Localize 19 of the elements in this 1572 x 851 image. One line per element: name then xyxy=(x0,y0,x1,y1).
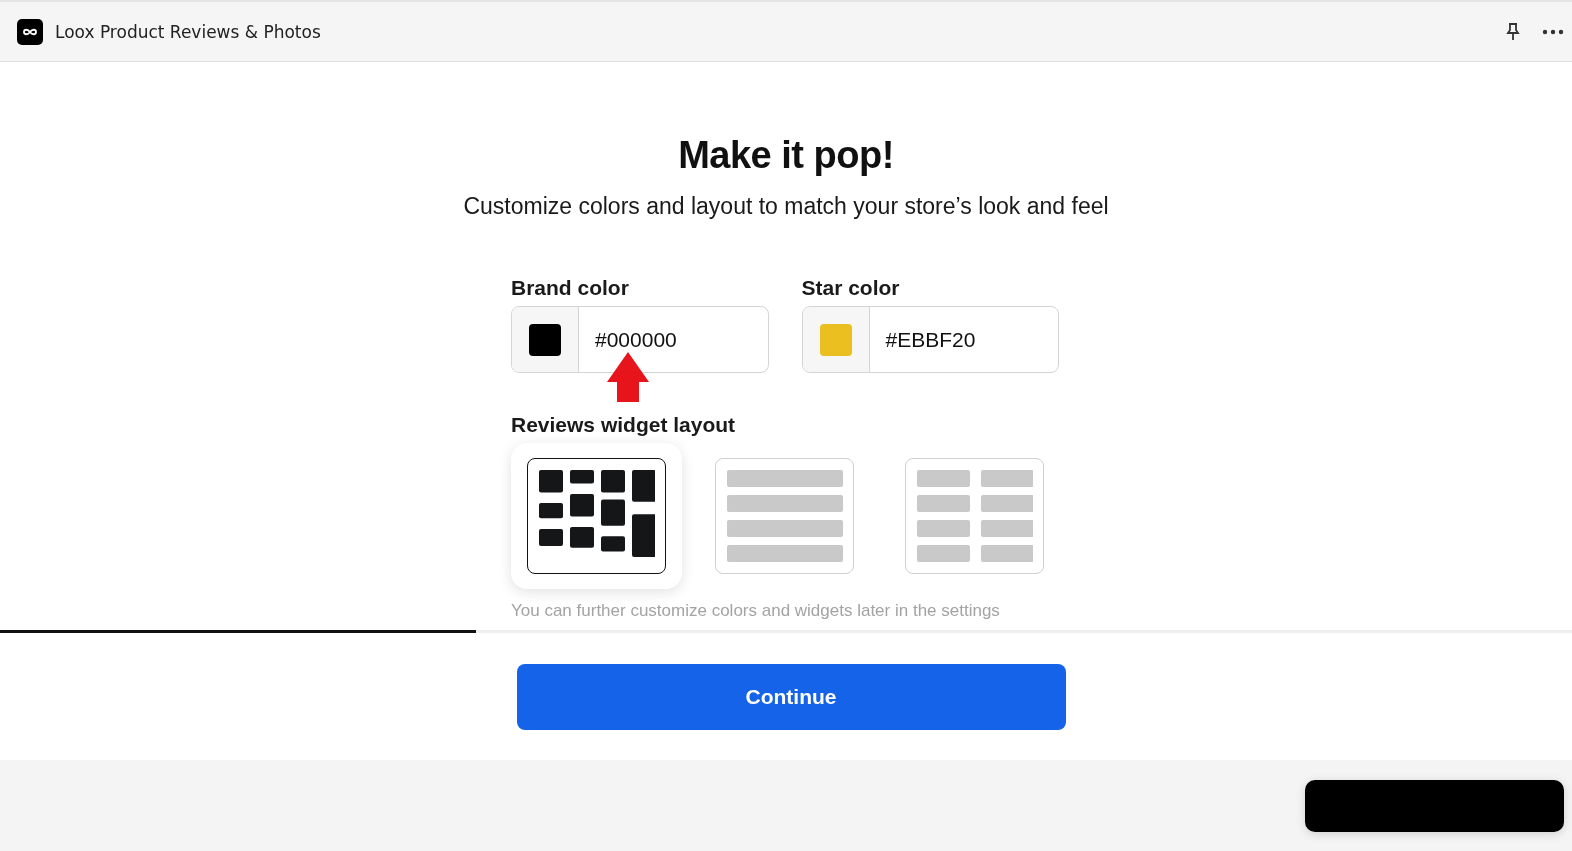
arrow-annotation xyxy=(607,352,649,402)
grid-layout-icon xyxy=(916,470,1033,562)
list-layout-icon xyxy=(726,470,843,562)
field-label: Star color xyxy=(801,276,901,300)
color-swatch[interactable] xyxy=(529,323,561,356)
field-label: Brand color xyxy=(511,276,630,300)
page-heading: Make it pop! xyxy=(678,134,894,177)
continue-button[interactable]: Continue xyxy=(516,664,1066,730)
page-subtitle: Customize colors and layout to match your store’s look and feel xyxy=(463,193,1109,220)
color-input-field[interactable]: #000000 xyxy=(511,306,769,373)
pin-icon[interactable] xyxy=(1506,22,1520,41)
infinity-logo-icon xyxy=(17,18,43,45)
hint-text: You can further customize colors and widgets later in the settings xyxy=(511,601,1001,621)
color-input-field[interactable]: #EBBF20 xyxy=(801,306,1059,373)
more-icon[interactable] xyxy=(1542,28,1564,35)
section-label: Reviews widget layout xyxy=(511,413,737,437)
app-title: Loox Product Reviews & Photos xyxy=(55,21,321,42)
color-swatch[interactable] xyxy=(819,323,852,356)
layout-option[interactable] xyxy=(527,458,666,574)
